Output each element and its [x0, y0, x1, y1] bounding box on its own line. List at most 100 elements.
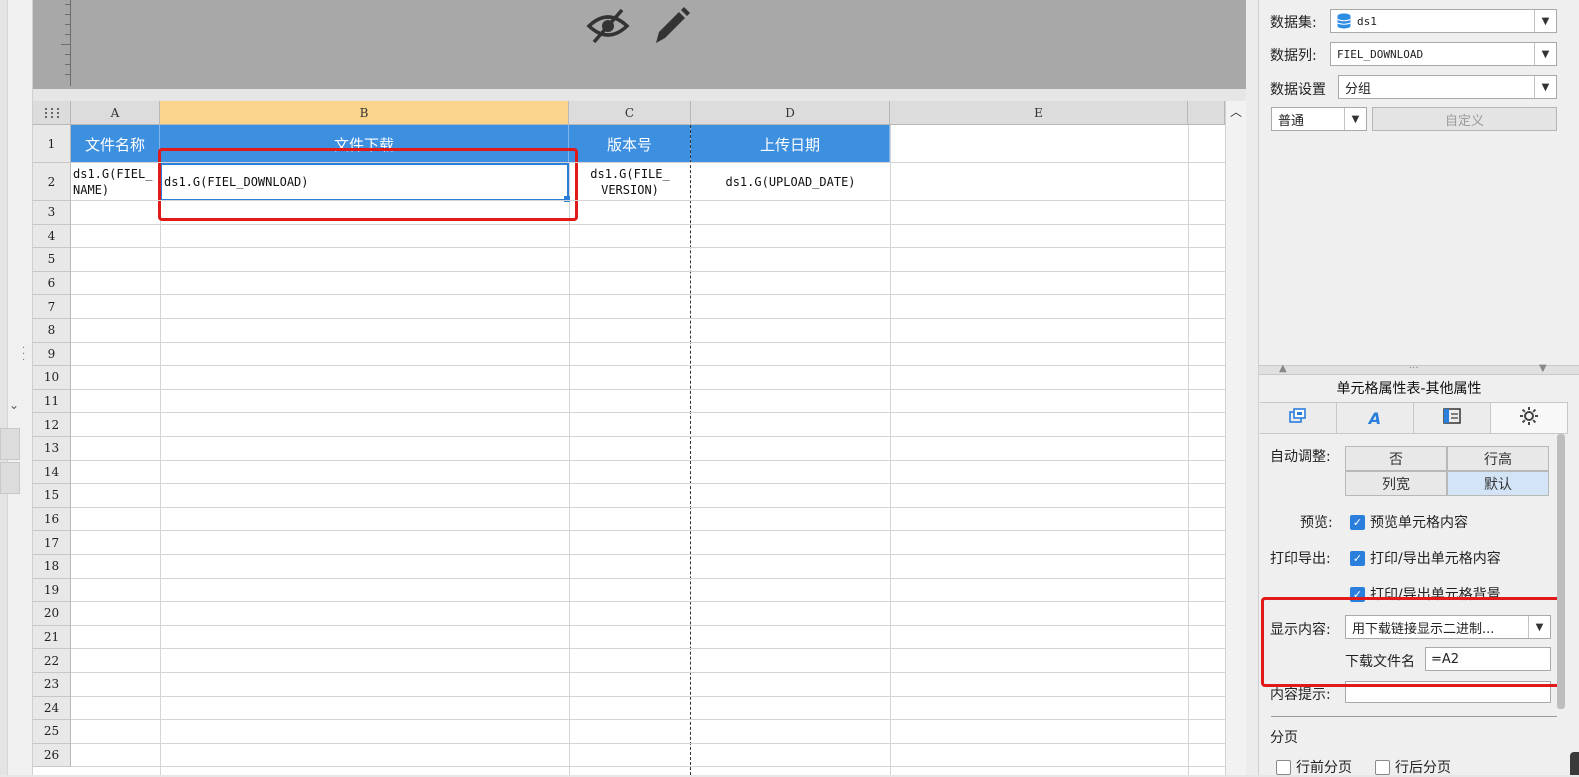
collapse-up-icon[interactable]: ▲ [1279, 363, 1287, 374]
page-before-label: 行前分页 [1296, 760, 1352, 776]
row-header[interactable]: 21 [33, 625, 71, 650]
cell-c2-line2: VERSION) [601, 183, 659, 197]
panel-splitter[interactable]: ▲ ··· ▼ [1259, 363, 1579, 375]
row-header[interactable]: 19 [33, 578, 71, 603]
row-header[interactable]: 25 [33, 720, 71, 744]
row-header[interactable]: 16 [33, 507, 71, 532]
row-header[interactable]: 14 [33, 460, 71, 485]
custom-button[interactable]: 自定义 [1372, 107, 1557, 131]
row-gridline [71, 388, 1225, 390]
column-header-e[interactable]: E [890, 101, 1188, 125]
page-before-checkbox[interactable]: 行前分页 [1276, 757, 1352, 777]
check-icon: ✓ [1350, 514, 1365, 530]
row-gridline [71, 483, 1225, 485]
cell-c2[interactable]: ds1.G(FILE_ VERSION) [569, 163, 691, 201]
row-header[interactable]: 9 [33, 342, 71, 367]
auto-adjust-no[interactable]: 否 [1345, 446, 1447, 471]
row-gridline [71, 436, 1225, 437]
row-header[interactable]: 20 [33, 602, 71, 626]
left-gutter [0, 0, 8, 775]
eye-slash-icon[interactable] [586, 6, 630, 50]
cell-a2[interactable]: ds1.G(FIEL_ NAME) [73, 163, 159, 201]
row-header[interactable]: 12 [33, 413, 71, 437]
dataset-label: 数据集: [1270, 15, 1317, 31]
column-select[interactable]: FIEL_DOWNLOAD ▼ [1330, 42, 1557, 66]
row-gridline [71, 554, 1225, 555]
chevron-down-icon[interactable]: ▼ [1534, 10, 1556, 32]
auto-adjust-default[interactable]: 默认 [1447, 471, 1549, 496]
cell-d1[interactable]: 上传日期 [691, 125, 890, 163]
grid-vertical-scrollbar[interactable]: ︿ [1225, 101, 1246, 775]
left-side-strip: ⌄ · · · [0, 0, 33, 775]
chevron-down-icon[interactable]: ▼ [1344, 108, 1366, 130]
print-content-checkbox[interactable]: ✓ 打印/导出单元格内容 [1350, 548, 1501, 568]
tab-font-style[interactable]: A [1337, 403, 1414, 433]
cell-c2-line1: ds1.G(FILE_ [590, 167, 670, 181]
column-header-b[interactable]: B [160, 101, 569, 125]
row-header[interactable]: 26 [33, 743, 71, 768]
select-all-icon[interactable] [33, 101, 71, 125]
row-header[interactable]: 8 [33, 319, 71, 343]
preview-checkbox[interactable]: ✓ 预览单元格内容 [1350, 512, 1468, 532]
drag-handle-icon[interactable]: ··· [1409, 363, 1419, 374]
row-header[interactable]: 1 [33, 125, 71, 163]
tab-layout[interactable] [1414, 403, 1491, 433]
row-header[interactable]: 5 [33, 248, 71, 272]
designer-toolbar-area [33, 0, 1246, 89]
row-gridline [71, 601, 1225, 603]
row-header[interactable]: 17 [33, 531, 71, 555]
pencil-icon[interactable] [650, 5, 690, 51]
mode-select[interactable]: 普通 ▼ [1271, 107, 1367, 131]
cell-d2[interactable]: ds1.G(UPLOAD_DATE) [691, 163, 890, 201]
data-setting-value: 分组 [1345, 81, 1372, 97]
column-header-d[interactable]: D [691, 101, 890, 125]
row-gridline [71, 365, 1225, 367]
page-after-checkbox[interactable]: 行后分页 [1375, 757, 1451, 777]
chevron-down-icon[interactable]: ▼ [1534, 43, 1556, 65]
report-grid[interactable]: A B C D E 1 2 3 4 5 6 7 8 9 10 11 12 13 14 15 16 17 18 19 2… [33, 101, 1225, 775]
column-header-a[interactable]: A [71, 101, 160, 125]
row-header[interactable]: 18 [33, 555, 71, 579]
left-panel-tab[interactable] [0, 428, 20, 460]
row-header[interactable]: 24 [33, 696, 71, 721]
column-header-c[interactable]: C [569, 101, 691, 125]
data-setting-select[interactable]: 分组 ▼ [1338, 75, 1557, 99]
row-header[interactable]: 3 [33, 201, 71, 225]
cell-a2-line2: NAME) [73, 183, 110, 197]
row-gridline [71, 672, 1225, 673]
auto-adjust-column-width[interactable]: 列宽 [1345, 471, 1447, 496]
highlight-box-cell [158, 148, 578, 221]
vertical-ruler [59, 0, 71, 86]
column-header-blank[interactable] [1188, 101, 1225, 125]
paging-label: 分页 [1270, 730, 1298, 746]
chevron-down-icon[interactable]: ⌄ [9, 398, 19, 412]
cell-a2-line1: ds1.G(FIEL_ [73, 167, 153, 181]
preview-label: 预览: [1300, 515, 1333, 531]
drag-handle-icon[interactable]: ··· [22, 344, 25, 366]
row-header[interactable]: 4 [33, 224, 71, 249]
row-gridline [71, 459, 1225, 461]
row-header[interactable]: 11 [33, 389, 71, 414]
tab-cell-style[interactable] [1260, 403, 1337, 433]
row-header[interactable]: 23 [33, 673, 71, 697]
panel-scrollbar[interactable] [1557, 434, 1565, 709]
dataset-select[interactable]: ds1 ▼ [1330, 9, 1557, 33]
cell-c1[interactable]: 版本号 [569, 125, 691, 163]
row-gridline [71, 506, 1225, 508]
row-header[interactable]: 2 [33, 163, 71, 201]
cell-a1[interactable]: 文件名称 [71, 125, 160, 163]
row-gridline [71, 719, 1225, 721]
auto-adjust-row-height[interactable]: 行高 [1447, 446, 1549, 471]
row-header[interactable]: 22 [33, 649, 71, 673]
row-header[interactable]: 6 [33, 271, 71, 296]
row-header[interactable]: 7 [33, 295, 71, 319]
collapse-down-icon[interactable]: ▼ [1539, 363, 1547, 374]
row-header[interactable]: 13 [33, 437, 71, 461]
row-header[interactable]: 10 [33, 366, 71, 390]
row-header[interactable]: 15 [33, 484, 71, 508]
chevron-down-icon[interactable]: ▼ [1534, 76, 1556, 98]
left-panel-tab[interactable] [0, 462, 20, 494]
chevron-up-icon[interactable]: ︿ [1230, 103, 1242, 120]
tab-other-properties[interactable] [1491, 403, 1568, 433]
row-gridline [71, 530, 1225, 532]
